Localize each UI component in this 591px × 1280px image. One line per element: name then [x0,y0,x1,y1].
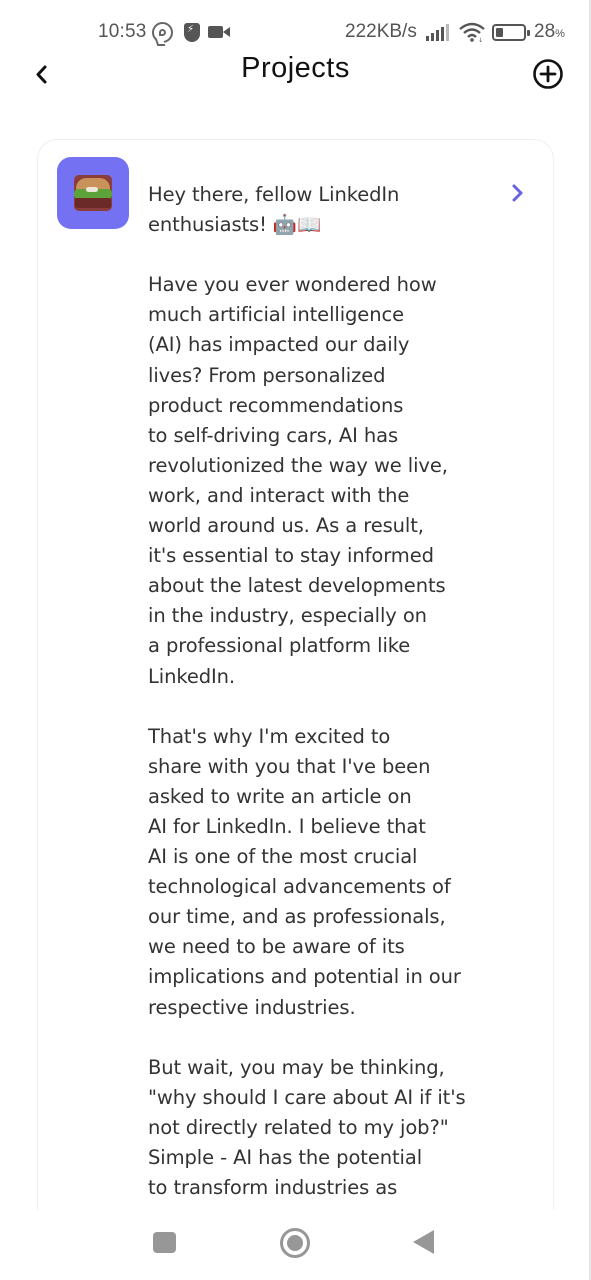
battery-percent-symbol: % [555,28,565,40]
status-time: 10:53 [98,21,147,42]
project-card[interactable]: Hey there, fellow LinkedIn enthusiasts! … [37,139,554,1239]
wifi-icon: ↓ [459,22,485,42]
video-camera-icon [208,26,230,38]
svg-text:↓: ↓ [478,37,483,42]
system-nav-bar [0,1210,591,1280]
add-project-button[interactable] [532,58,564,90]
signal-icon [426,24,452,41]
battery-level [496,28,503,37]
network-speed: 222KB/s [345,21,417,42]
paragraph-intro: Hey there, fellow LinkedIn enthusiasts! … [148,183,400,237]
home-button[interactable] [280,1228,310,1258]
paragraph: Have you ever wondered how much artifici… [148,273,448,688]
paragraph: That's why I'm excited to share with you… [148,724,461,1019]
battery-percent-value: 28 [534,21,556,42]
battery-percent: 28% [534,21,565,43]
battery-icon [492,24,530,41]
shield-bolt-icon [184,23,200,42]
recent-apps-button[interactable] [153,1232,176,1253]
burger-image [74,175,112,211]
paragraph: But wait, you may be thinking, "why shou… [148,1055,466,1200]
app-header: Projects [0,48,591,98]
system-back-button[interactable] [413,1230,434,1254]
plus-circle-icon [533,59,563,89]
page-title: Projects [241,52,350,84]
project-thumbnail [57,157,129,229]
viber-icon [152,22,173,43]
project-content: Hey there, fellow LinkedIn enthusiasts! … [148,180,518,1233]
